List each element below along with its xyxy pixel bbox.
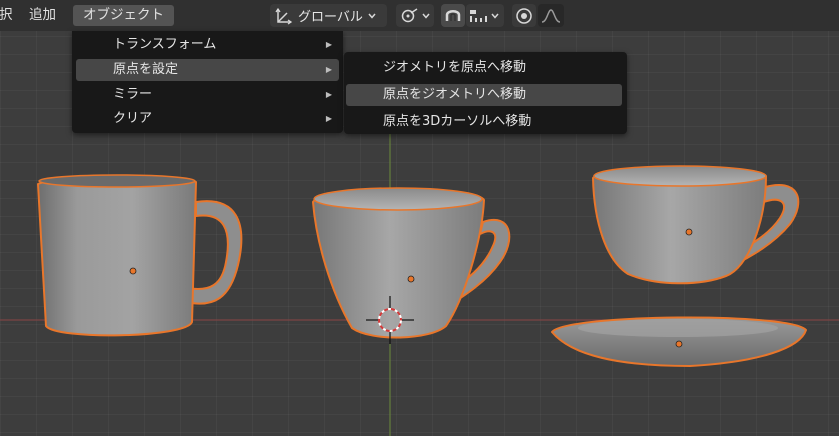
pivot-link-icon bbox=[401, 7, 418, 22]
transform-orientation-dropdown[interactable]: グローバル bbox=[270, 4, 387, 27]
orientation-axes-icon bbox=[275, 7, 293, 25]
menu-item-label: ミラー bbox=[113, 87, 153, 102]
submenu-item-origin-to-geometry[interactable]: 原点をジオメトリへ移動 bbox=[346, 84, 622, 106]
submenu-item-geometry-to-origin[interactable]: ジオメトリを原点へ移動 bbox=[346, 57, 622, 79]
menu-item-label: 原点をジオメトリへ移動 bbox=[383, 87, 527, 102]
proportional-editing-icon bbox=[516, 7, 532, 24]
snap-toggle[interactable] bbox=[441, 4, 465, 27]
submenu-item-origin-to-3d-cursor[interactable]: 原点を3Dカーソルへ移動 bbox=[346, 111, 622, 133]
submenu-arrow-icon: ▶ bbox=[325, 65, 332, 74]
saucer-object[interactable] bbox=[551, 316, 807, 367]
saucer-origin-dot bbox=[675, 340, 683, 348]
set-origin-submenu: ジオメトリを原点へ移動 原点をジオメトリへ移動 原点を3Dカーソルへ移動 bbox=[344, 52, 627, 134]
object-menu-item-mirror[interactable]: ミラー ▶ bbox=[76, 84, 339, 106]
object-menu-item-clear[interactable]: クリア ▶ bbox=[76, 108, 339, 130]
chevron-down-icon bbox=[491, 13, 499, 19]
menu-add[interactable]: 追加 bbox=[23, 5, 62, 26]
falloff-curve-icon bbox=[541, 8, 561, 23]
menu-item-label: ジオメトリを原点へ移動 bbox=[383, 60, 527, 75]
menu-item-label: トランスフォーム bbox=[113, 37, 217, 52]
wide-cup-object[interactable] bbox=[592, 165, 800, 285]
menu-item-label: 原点を3Dカーソルへ移動 bbox=[383, 114, 532, 129]
object-menu-item-set-origin[interactable]: 原点を設定 ▶ bbox=[76, 59, 339, 81]
submenu-arrow-icon: ▶ bbox=[325, 90, 332, 99]
menu-object[interactable]: オブジェクト bbox=[73, 5, 174, 26]
mug-origin-dot bbox=[129, 267, 137, 275]
orientation-label: グローバル bbox=[298, 10, 363, 25]
object-menu-item-transform[interactable]: トランスフォーム ▶ bbox=[76, 34, 339, 56]
menu-item-label: 原点を設定 bbox=[113, 62, 179, 77]
object-menu: トランスフォーム ▶ 原点を設定 ▶ ミラー ▶ クリア ▶ bbox=[72, 31, 343, 133]
submenu-arrow-icon: ▶ bbox=[325, 114, 332, 123]
submenu-arrow-icon: ▶ bbox=[325, 40, 332, 49]
snap-increment-icon bbox=[470, 9, 487, 22]
pivot-point-dropdown[interactable] bbox=[396, 4, 434, 27]
mug-object[interactable] bbox=[37, 174, 243, 337]
chevron-down-icon bbox=[368, 13, 376, 19]
proportional-editing-toggle[interactable] bbox=[512, 4, 536, 27]
snap-target-dropdown[interactable] bbox=[466, 4, 504, 27]
menu-item-label: クリア bbox=[113, 111, 153, 126]
teacup-origin-dot bbox=[407, 275, 415, 283]
viewport-header: 択 追加 オブジェクト グローバル bbox=[0, 0, 839, 31]
wide-cup-origin-dot bbox=[685, 228, 693, 236]
chevron-down-icon bbox=[422, 13, 430, 19]
magnet-icon bbox=[445, 9, 461, 21]
menu-select[interactable]: 択 bbox=[0, 5, 19, 26]
teacup-object[interactable] bbox=[312, 187, 511, 339]
falloff-dropdown[interactable] bbox=[538, 4, 564, 27]
